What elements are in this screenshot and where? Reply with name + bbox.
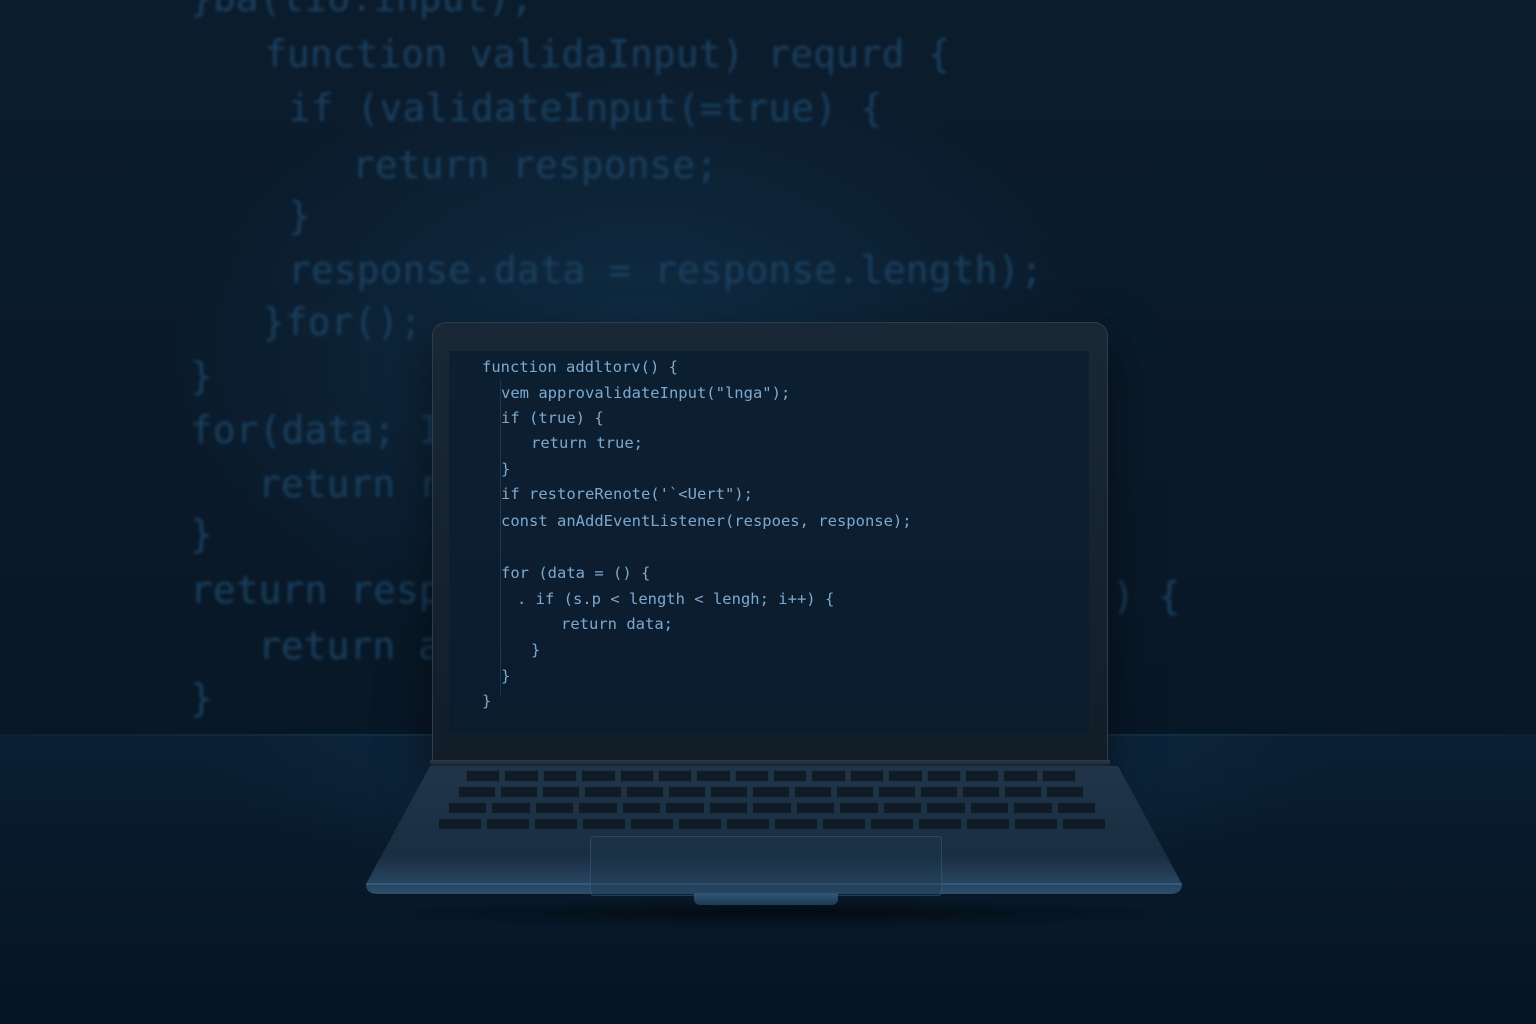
code-line: const anAddEventListener(respoes, respon… — [501, 512, 912, 530]
background-code-line: function validaInput) requrd { — [264, 32, 951, 76]
keyboard-key — [1041, 770, 1076, 782]
keyboard-key — [878, 786, 916, 798]
background-code-line: }for(); — [262, 300, 423, 344]
keyboard-key — [1003, 770, 1038, 782]
keyboard-key — [458, 786, 496, 798]
keyboard-key — [836, 786, 874, 798]
keyboard-key — [964, 770, 1000, 782]
keyboard-key — [1014, 818, 1058, 830]
keyboard-key — [665, 802, 705, 814]
keyboard-key — [966, 818, 1010, 830]
keyboard-key — [969, 802, 1010, 814]
keyboard-key — [696, 770, 731, 782]
keyboard-key — [581, 770, 616, 782]
keyboard-key — [500, 786, 538, 798]
background-code-line: return r — [258, 462, 442, 506]
background-code-line: return a — [258, 624, 442, 668]
code-line: if restoreRenote('`<Uert"); — [501, 485, 753, 503]
code-line: } — [531, 641, 541, 659]
keyboard-key — [708, 802, 749, 814]
keyboard-key — [1062, 818, 1106, 830]
code-line: if (true) { — [501, 409, 604, 427]
keyboard-key — [668, 786, 706, 798]
keyboard-key — [926, 802, 966, 814]
keyboard-key — [752, 786, 790, 798]
keyboard-key — [584, 786, 622, 798]
keyboard-key — [504, 770, 539, 782]
keyboard-key — [774, 818, 818, 830]
keyboard-key — [726, 818, 770, 830]
background-code-line: } — [288, 194, 311, 238]
keyboard-key — [438, 818, 482, 830]
code-line: vem approvalidateInput("lnga"); — [501, 384, 791, 402]
code-editor: function addltorv() { vem approvalidateI… — [449, 351, 1089, 734]
indent-guide — [500, 380, 501, 695]
background-code-line: response.data = response.length); — [288, 248, 1043, 292]
code-line: function addltorv() { — [482, 358, 678, 376]
keyboard-key — [752, 802, 792, 814]
code-line: } — [482, 692, 492, 710]
code-line: } — [501, 667, 511, 685]
keyboard-key — [542, 786, 580, 798]
keyboard-key — [657, 770, 693, 782]
keyboard-key — [448, 802, 488, 814]
keyboard-key — [882, 802, 923, 814]
background-code-line: } — [190, 512, 213, 556]
code-line: for (data = () { — [501, 564, 651, 582]
code-line: return true; — [531, 434, 643, 452]
scene: }ba(tio.input); function validaInput) re… — [0, 0, 1536, 1024]
background-code-line: } — [190, 354, 213, 398]
code-line: return data; — [561, 615, 673, 633]
keyboard-key — [578, 802, 618, 814]
front-notch — [694, 893, 838, 905]
keyboard-key — [839, 802, 879, 814]
keyboard-key — [466, 770, 501, 782]
keyboard-key — [626, 786, 664, 798]
keyboard-key — [1046, 786, 1084, 798]
keyboard-key — [773, 770, 808, 782]
keyboard-key — [811, 770, 846, 782]
laptop-screen: function addltorv() { vem approvalidateI… — [449, 351, 1089, 734]
keyboard — [428, 768, 1116, 834]
keyboard-key — [918, 818, 962, 830]
keyboard-key — [1004, 786, 1042, 798]
keyboard-key — [888, 770, 923, 782]
background-code-line: }ba(tio.input); — [190, 0, 533, 18]
keyboard-key — [486, 818, 530, 830]
background-code-line: if (validateInput(=true) { — [288, 86, 883, 130]
keyboard-key — [926, 770, 961, 782]
code-line: . if (s.p < length < lengh; i++) { — [517, 590, 835, 608]
keyboard-key — [849, 770, 885, 782]
keyboard-key — [491, 802, 531, 814]
keyboard-key — [582, 818, 626, 830]
keyboard-key — [534, 818, 578, 830]
keyboard-key — [621, 802, 662, 814]
keyboard-key — [870, 818, 914, 830]
keyboard-key — [822, 818, 866, 830]
background-code-line: ) { — [1112, 574, 1181, 618]
background-code-line: } — [190, 676, 213, 720]
code-line: } — [501, 460, 511, 478]
keyboard-key — [734, 770, 769, 782]
background-code-line: for(data; I — [190, 408, 442, 452]
keyboard-key — [1013, 802, 1053, 814]
keyboard-key — [534, 802, 575, 814]
keyboard-key — [710, 786, 748, 798]
keyboard-key — [630, 818, 674, 830]
keyboard-key — [795, 802, 836, 814]
keyboard-key — [1056, 802, 1096, 814]
keyboard-key — [619, 770, 654, 782]
keyboard-key — [794, 786, 832, 798]
keyboard-key — [542, 770, 578, 782]
background-code-line: return response; — [352, 143, 719, 187]
keyboard-key — [920, 786, 958, 798]
trackpad — [590, 836, 942, 896]
keyboard-key — [678, 818, 722, 830]
background-code-line: return resp — [190, 568, 442, 612]
keyboard-key — [962, 786, 1000, 798]
